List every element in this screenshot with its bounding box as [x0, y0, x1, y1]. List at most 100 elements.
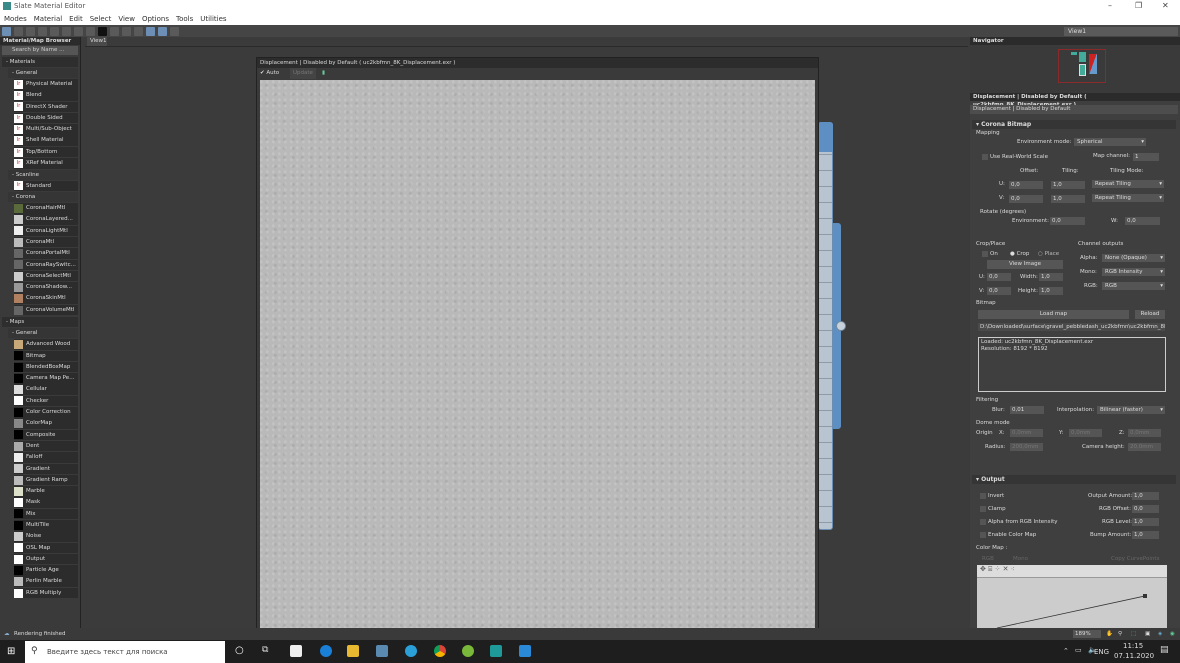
invert-checkbox[interactable] — [980, 493, 986, 499]
view-image-button[interactable]: View Image — [987, 260, 1063, 269]
browser-list-item[interactable]: Output — [14, 553, 78, 565]
browser-list-item[interactable]: CoronaLightMtl — [14, 225, 78, 237]
origin-y-spinner[interactable]: 0,0mm — [1069, 429, 1102, 437]
v-tiling-spinner[interactable]: 1,0 — [1051, 195, 1085, 203]
menu-view[interactable]: View — [118, 15, 135, 23]
browser-list-item[interactable]: MultiTile — [14, 520, 78, 531]
browser-list-item[interactable]: Cellular — [14, 384, 78, 395]
browser-list-item[interactable]: CoronaVolumeMtl — [14, 304, 78, 316]
browser-list-item[interactable]: Falloff — [14, 452, 78, 463]
alpha-dropdown[interactable]: None (Opaque) — [1102, 254, 1165, 262]
output-socket[interactable] — [836, 321, 846, 331]
mono-radio[interactable]: Mono — [1013, 556, 1028, 562]
menu-utilities[interactable]: Utilities — [200, 15, 226, 23]
3dsmax-icon[interactable] — [490, 645, 502, 657]
crop-v-spinner[interactable]: 0,0 — [987, 287, 1011, 295]
select-by-material-icon[interactable] — [170, 26, 179, 36]
browser-list-item[interactable]: CoronaRaySwitc... — [14, 259, 78, 271]
browser-subgroup-header[interactable]: - Scanline — [8, 169, 78, 180]
menu-modes[interactable]: Modes — [4, 15, 27, 23]
v-tiling-mode-dropdown[interactable]: Repeat Tiling — [1092, 194, 1164, 202]
browser-list-item[interactable]: CoronaSelectMtl — [14, 270, 78, 282]
u-tiling-spinner[interactable]: 1,0 — [1051, 181, 1085, 189]
material-browser-toggle-icon[interactable] — [146, 26, 155, 36]
mono-dropdown[interactable]: RGB Intensity — [1102, 268, 1165, 276]
reset-curve-icon[interactable]: ⁖ — [1011, 565, 1015, 573]
browser-list-item[interactable]: Camera Map Pe... — [14, 373, 78, 384]
browser-list-item[interactable]: Ir Top/Bottom — [14, 146, 78, 158]
rollout-corona-bitmap[interactable]: ▾ Corona Bitmap — [972, 120, 1176, 129]
layout-children-icon[interactable] — [134, 26, 143, 36]
crop-radio[interactable]: ● Crop — [1010, 251, 1029, 257]
browser-list-item[interactable]: Particle Age — [14, 565, 78, 576]
crop-width-spinner[interactable]: 1,0 — [1039, 273, 1063, 281]
pan-icon[interactable]: ✋ — [1106, 628, 1113, 640]
browser-list-item[interactable]: Ir Double Sided — [14, 112, 78, 124]
browser-search-input[interactable]: Search by Name ... — [2, 46, 78, 55]
real-world-checkbox[interactable] — [982, 154, 988, 160]
browser-list-item[interactable]: Bitmap — [14, 350, 78, 362]
close-button[interactable]: ✕ — [1162, 1, 1169, 10]
maximize-button[interactable]: ❐ — [1135, 1, 1142, 10]
alpha-from-rgb-checkbox[interactable] — [980, 519, 986, 525]
color-map-curve-editor[interactable]: ✥ ⌸ ⁘ ✕ ⁖ — [977, 565, 1167, 628]
menu-material[interactable]: Material — [34, 15, 62, 23]
channel-icon[interactable]: ▮ — [322, 68, 325, 79]
browser-list-item[interactable]: CoronaSkinMtl — [14, 293, 78, 304]
utorrent-icon[interactable] — [462, 645, 474, 657]
clock-time[interactable]: 11:15 — [1123, 642, 1143, 650]
rollout-output[interactable]: ▾ Output — [972, 475, 1176, 484]
taskbar-search-input[interactable]: Введите здесь текст для поиска — [25, 641, 225, 663]
app-b-icon[interactable] — [519, 645, 531, 657]
browser-list-item[interactable]: Perlin Marble — [14, 576, 78, 587]
menu-select[interactable]: Select — [90, 15, 112, 23]
menu-options[interactable]: Options — [142, 15, 169, 23]
browser-list-item[interactable]: Ir Standard — [14, 180, 78, 192]
view-selector-dropdown[interactable]: View1 — [1064, 27, 1178, 36]
insert-point-icon[interactable]: ⁘ — [995, 565, 1001, 573]
crop-on-checkbox[interactable] — [982, 251, 988, 257]
origin-x-spinner[interactable]: 0,0mm — [1010, 429, 1043, 437]
interpolation-dropdown[interactable]: Bilinear (faster) — [1097, 406, 1165, 414]
layout-all-icon[interactable] — [122, 26, 131, 36]
browser-list[interactable]: - Materials - General Ir Physical Material I… — [0, 57, 80, 599]
delete-point-icon[interactable]: ✕ — [1003, 565, 1009, 573]
auto-checkbox[interactable]: ✔ Auto — [260, 68, 279, 79]
radius-spinner[interactable]: 200,0mm — [1010, 443, 1043, 451]
navigator-viewport-frame[interactable] — [1058, 49, 1106, 83]
browser-list-item[interactable]: Ir Blend — [14, 90, 78, 101]
output-amount-spinner[interactable]: 1,0 — [1132, 492, 1159, 500]
browser-list-item[interactable]: Dent — [14, 440, 78, 452]
browser-list-item[interactable]: RGB Multiply — [14, 587, 78, 599]
browser-group-header[interactable]: - Materials — [2, 57, 78, 67]
load-map-button[interactable]: Load map — [978, 310, 1129, 319]
bitmap-node[interactable] — [818, 122, 833, 530]
env-mode-dropdown[interactable]: Spherical — [1074, 138, 1146, 146]
parameter-editor-toggle-icon[interactable] — [158, 26, 167, 36]
rgb-level-spinner[interactable]: 1,0 — [1132, 518, 1159, 526]
browser-subgroup-header[interactable]: - General — [8, 68, 78, 78]
browser-group-header[interactable]: - Maps — [2, 317, 78, 328]
scale-point-icon[interactable]: ⌸ — [988, 565, 992, 573]
browser-list-item[interactable]: OSL Map — [14, 542, 78, 554]
bg-in-preview-icon[interactable] — [98, 26, 107, 36]
rgb-radio[interactable]: RGB — [982, 556, 994, 562]
browser-list-item[interactable]: CoronaMtl — [14, 236, 78, 248]
browser-list-item[interactable]: Ir DirectX Shader — [14, 101, 78, 113]
browser-list-item[interactable]: Ir Shell Material — [14, 135, 78, 146]
u-offset-spinner[interactable]: 0,0 — [1009, 181, 1043, 189]
bitmap-path-field[interactable]: D:\Downloaded\surface\gravel_pebbledash_… — [978, 323, 1165, 331]
frame-icon[interactable]: ▣ — [1145, 628, 1150, 640]
browser-list-item[interactable]: CoronaLayered... — [14, 214, 78, 225]
browser-list-item[interactable]: Advanced Wood — [14, 339, 78, 350]
curve-graph[interactable] — [977, 579, 1167, 628]
move-point-icon[interactable]: ✥ — [980, 565, 986, 573]
delete-icon[interactable] — [50, 26, 59, 36]
windows-start-icon[interactable]: ⊞ — [7, 646, 15, 657]
browser-list-item[interactable]: Ir Multi/Sub-Object — [14, 124, 78, 135]
browser-list-item[interactable]: Mix — [14, 508, 78, 520]
language-indicator[interactable]: ENG — [1094, 648, 1109, 656]
reload-button[interactable]: Reload — [1135, 310, 1165, 319]
browser-list-item[interactable]: Gradient — [14, 463, 78, 475]
clamp-checkbox[interactable] — [980, 506, 986, 512]
